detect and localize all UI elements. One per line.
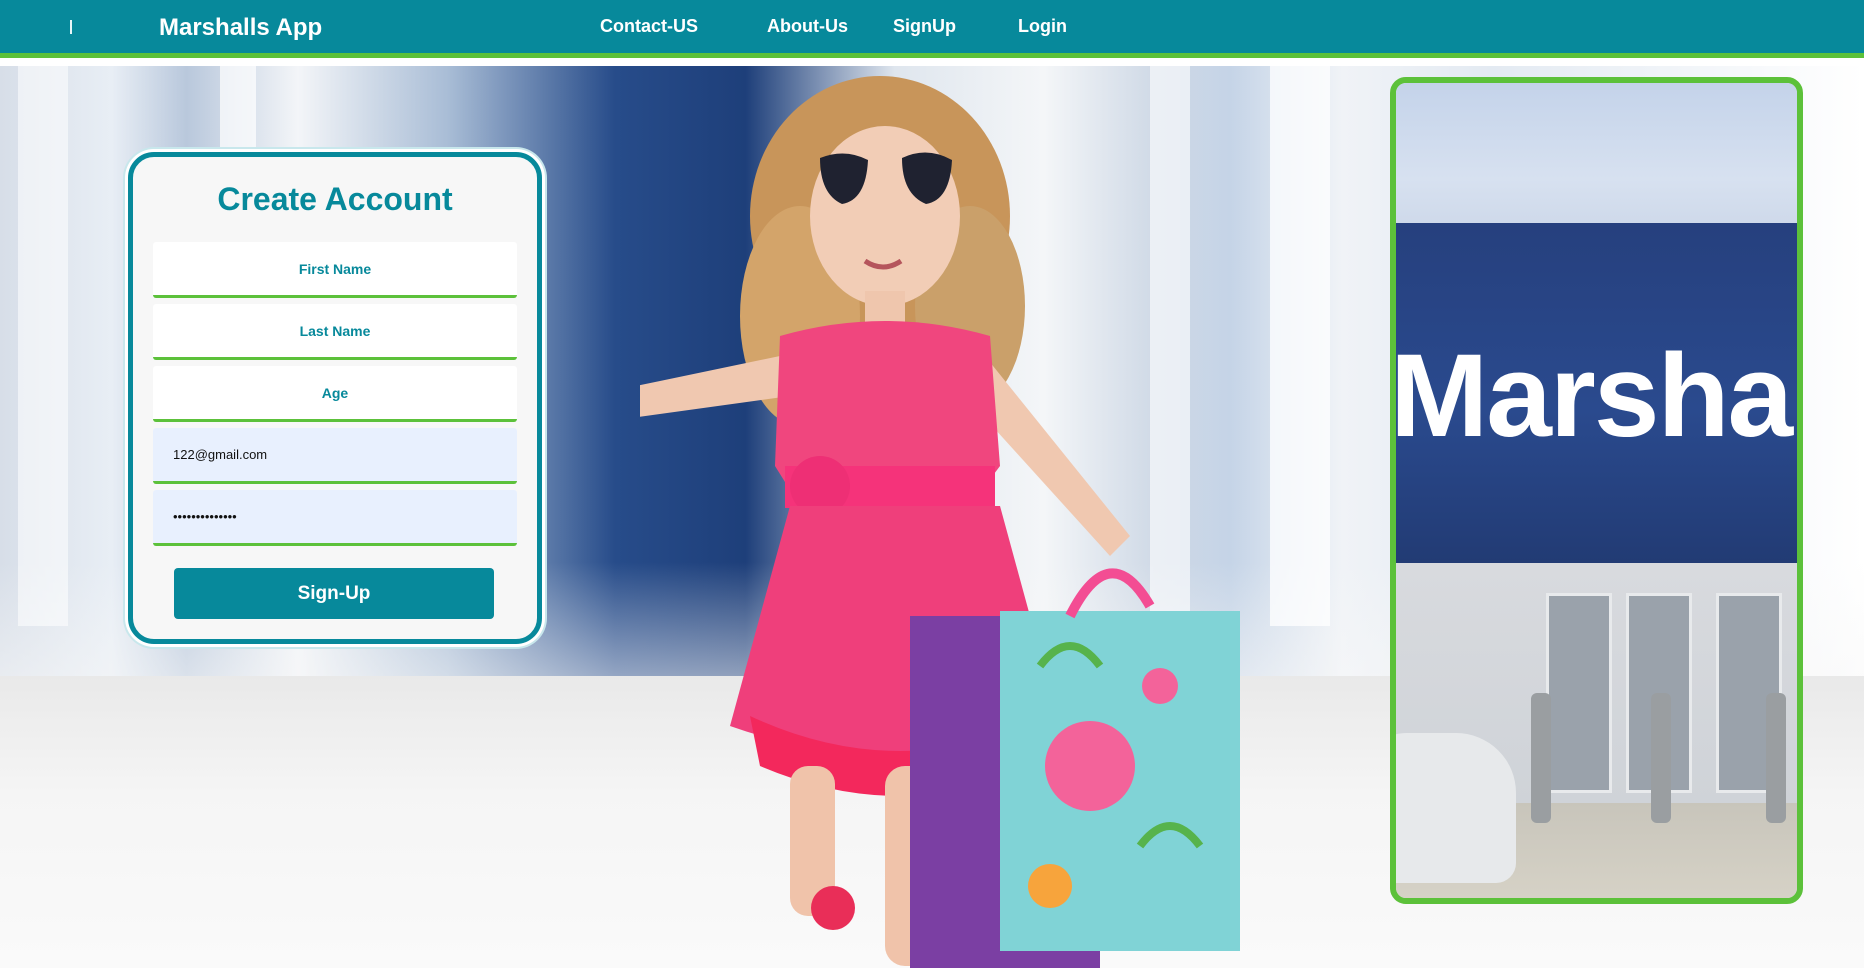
first-name-field[interactable]: First Name bbox=[153, 242, 517, 298]
bollard bbox=[1766, 693, 1786, 823]
brand-title[interactable]: Marshalls App bbox=[159, 14, 322, 42]
parked-car bbox=[1396, 733, 1516, 883]
nav-divider bbox=[0, 58, 1864, 66]
email-field[interactable]: 122@gmail.com bbox=[153, 428, 517, 484]
store-front-image: Marsha bbox=[1390, 77, 1803, 904]
sign-up-button[interactable]: Sign-Up bbox=[174, 568, 494, 619]
age-field[interactable]: Age bbox=[153, 366, 517, 422]
store-door bbox=[1546, 593, 1612, 793]
password-field[interactable]: •••••••••••••• bbox=[153, 490, 517, 546]
bollard bbox=[1651, 693, 1671, 823]
form-title: Create Account bbox=[217, 181, 453, 217]
nav-link-login[interactable]: Login bbox=[1018, 16, 1067, 37]
create-account-card: Create Account First Name Last Name Age … bbox=[128, 152, 542, 644]
store-sign: Marsha bbox=[1390, 330, 1793, 462]
nav-link-signup[interactable]: SignUp bbox=[893, 16, 956, 37]
logo-mark bbox=[70, 20, 72, 34]
last-name-field[interactable]: Last Name bbox=[153, 304, 517, 360]
top-nav: Marshalls App Contact-US About-Us SignUp… bbox=[0, 0, 1864, 58]
bollard bbox=[1531, 693, 1551, 823]
girl-shopping-illustration bbox=[640, 76, 1240, 968]
background-column bbox=[18, 66, 68, 626]
nav-link-about[interactable]: About-Us bbox=[767, 16, 848, 37]
nav-link-contact[interactable]: Contact-US bbox=[600, 16, 698, 37]
store-awning bbox=[1396, 83, 1797, 243]
